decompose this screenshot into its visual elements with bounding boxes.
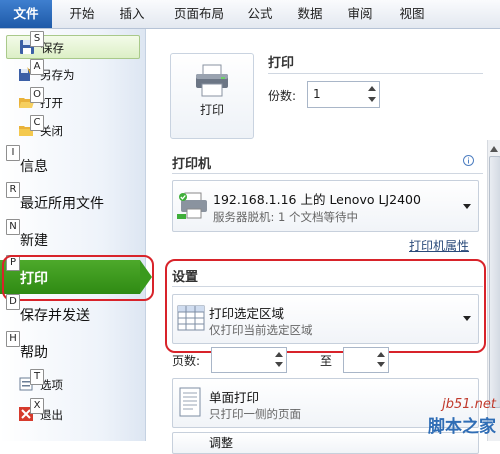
shortcut-key-o: O (30, 87, 44, 103)
pages-from-spinner[interactable] (211, 347, 287, 373)
printer-icon (196, 64, 228, 97)
shortcut-key-n: N (6, 219, 20, 235)
printer-status: 服务器脱机: 1 个文档等待中 (213, 210, 359, 224)
menu-save-send[interactable]: 保存并发送 (0, 297, 140, 331)
watermark-text: 脚本之家 (428, 417, 496, 437)
shortcut-key-h: H (6, 331, 20, 347)
spin-arrows-icon[interactable] (368, 85, 376, 103)
tab-view[interactable]: 视图 (392, 0, 432, 28)
print-button-label: 打印 (199, 103, 224, 117)
tab-file[interactable]: 文件 (0, 0, 52, 28)
shortcut-key-s: S (30, 31, 44, 47)
menu-open[interactable]: 打开 (6, 91, 138, 113)
selection-grid-icon (177, 305, 205, 331)
menu-recent[interactable]: 最近所用文件 (0, 185, 140, 219)
shortcut-key-t: T (30, 369, 44, 385)
collate-title: 调整 (209, 436, 234, 450)
scope-desc: 仅打印当前选定区域 (209, 323, 313, 337)
menu-options[interactable]: 选项 (6, 373, 138, 395)
tab-page-layout[interactable]: 页面布局 (166, 0, 232, 28)
printer-divider (172, 173, 483, 174)
shortcut-key-r: R (6, 182, 20, 198)
network-printer-icon (177, 192, 207, 219)
print-button[interactable]: 打印 (170, 53, 254, 139)
print-title-divider (268, 73, 483, 74)
tab-data[interactable]: 数据 (290, 0, 330, 28)
menu-exit[interactable]: 退出 (6, 403, 138, 425)
menu-info-label: 信息 (20, 159, 48, 175)
print-highlight-box (2, 255, 154, 301)
menu-help[interactable]: 帮助 (0, 334, 140, 368)
copies-value: 1 (313, 87, 321, 101)
watermark: jb51.net 脚本之家 (428, 397, 496, 437)
menu-help-label: 帮助 (20, 345, 48, 361)
copies-label: 份数: (268, 89, 297, 103)
printer-section-title: 打印机 (172, 157, 212, 172)
shortcut-key-x: X (30, 398, 44, 414)
menu-new-label: 新建 (20, 233, 48, 249)
menu-save-as[interactable]: 另存为 (6, 63, 138, 85)
spin-arrows-icon[interactable] (377, 351, 385, 368)
sides-desc: 只打印一侧的页面 (209, 407, 301, 421)
ribbon-tab-bar: 文件 开始 插入 页面布局 公式 数据 审阅 视图 (0, 0, 500, 29)
menu-new[interactable]: 新建 (0, 222, 140, 256)
menu-save-send-label: 保存并发送 (20, 308, 90, 324)
scroll-thumb[interactable] (489, 156, 500, 408)
printer-name: 192.168.1.16 上的 Lenovo LJ2400 (213, 192, 421, 207)
sides-title: 单面打印 (209, 390, 260, 405)
menu-recent-label: 最近所用文件 (20, 196, 104, 212)
pages-to-spinner[interactable] (343, 347, 389, 373)
tab-review[interactable]: 审阅 (340, 0, 380, 28)
scroll-up-icon[interactable] (490, 146, 498, 152)
info-icon[interactable] (463, 155, 474, 166)
shortcut-key-i: I (6, 145, 20, 161)
to-label: 至 (320, 354, 333, 368)
scope-title: 打印选定区域 (209, 306, 285, 321)
shortcut-key-c: C (30, 115, 44, 131)
chevron-down-icon (463, 204, 471, 209)
tab-home[interactable]: 开始 (62, 0, 102, 28)
menu-save-label: 保存 (41, 41, 64, 55)
pages-label: 页数: (172, 354, 201, 368)
menu-info[interactable]: 信息 (0, 148, 140, 182)
print-scope-dropdown[interactable]: 打印选定区域 仅打印当前选定区域 (172, 294, 479, 344)
menu-close[interactable]: 关闭 (6, 119, 138, 141)
tab-insert[interactable]: 插入 (112, 0, 152, 28)
shortcut-key-d: D (6, 294, 20, 310)
tab-formulas[interactable]: 公式 (240, 0, 280, 28)
vertical-scrollbar[interactable] (487, 140, 500, 441)
copies-spinner[interactable]: 1 (307, 81, 380, 108)
printer-properties-link[interactable]: 打印机属性 (409, 237, 469, 254)
print-title: 打印 (268, 56, 295, 71)
chevron-down-icon (463, 316, 471, 321)
menu-save[interactable]: 保存 (6, 35, 140, 59)
printer-dropdown[interactable]: 192.168.1.16 上的 Lenovo LJ2400 服务器脱机: 1 个… (172, 180, 479, 232)
menu-save-as-label: 另存为 (40, 68, 75, 82)
spin-arrows-icon[interactable] (275, 351, 283, 368)
one-sided-page-icon (179, 387, 201, 417)
watermark-site: jb51.net (442, 397, 496, 412)
shortcut-key-a: A (30, 59, 44, 75)
